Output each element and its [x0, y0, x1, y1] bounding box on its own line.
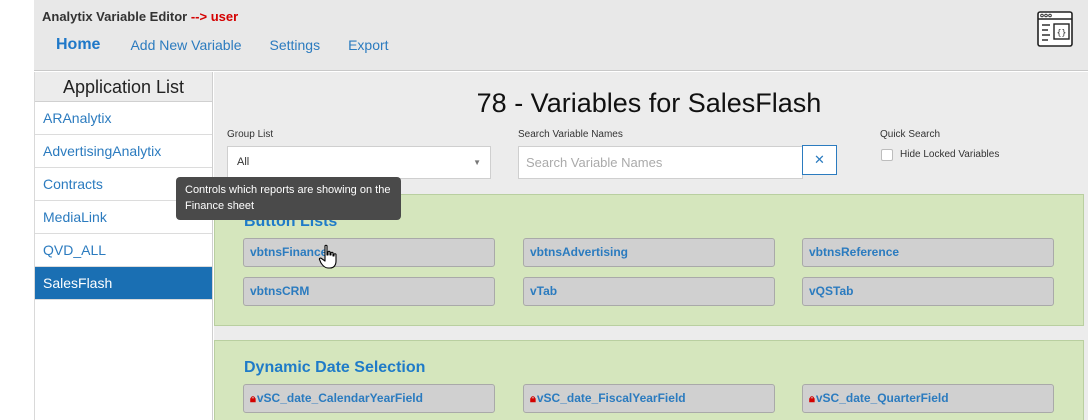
group-title: Dynamic Date Selection	[244, 359, 426, 376]
sidebar-title: Application List	[35, 72, 212, 102]
group-list-label: Group List	[227, 129, 274, 140]
variable-tooltip: Controls which reports are showing on th…	[176, 177, 401, 220]
lock-icon: 🔒︎	[530, 393, 536, 405]
variable-name: vbtnsAdvertising	[530, 245, 629, 259]
variable-button[interactable]: vbtnsAdvertising	[523, 238, 775, 267]
application-list: Application List ARAnalytix AdvertisingA…	[34, 72, 213, 420]
app-title: Analytix Variable Editor --> user	[42, 9, 238, 24]
app-item-qvd-all[interactable]: QVD_ALL	[35, 234, 212, 267]
lock-icon: 🔒︎	[809, 393, 815, 405]
hand-cursor-icon	[318, 244, 337, 269]
nav-add-new-variable[interactable]: Add New Variable	[130, 37, 241, 53]
app-window: Analytix Variable Editor --> user Home A…	[0, 0, 1088, 420]
variable-button[interactable]: 🔒︎vSC_date_FiscalYearField	[523, 384, 775, 413]
close-icon: ✕	[814, 152, 825, 167]
variable-button[interactable]: vbtnsReference	[802, 238, 1054, 267]
hide-locked-label: Hide Locked Variables	[900, 149, 1000, 160]
variable-name: vbtnsReference	[809, 245, 900, 259]
variable-button[interactable]: vbtnsFinance	[243, 238, 495, 267]
current-user: user	[210, 9, 239, 24]
variable-button[interactable]: 🔒︎vSC_date_QuarterField	[802, 384, 1054, 413]
group-list-value: All	[237, 156, 250, 168]
variable-group-dynamic-date-selection: Dynamic Date Selection 🔒︎vSC_date_Calend…	[214, 340, 1084, 420]
variable-name: vbtnsCRM	[250, 284, 310, 298]
nav-export[interactable]: Export	[348, 37, 388, 53]
app-item-salesflash[interactable]: SalesFlash	[35, 267, 212, 300]
variable-name: vSC_date_FiscalYearField	[536, 391, 686, 405]
variable-button[interactable]: vQSTab	[802, 277, 1054, 306]
main-panel: 78 - Variables for SalesFlash Group List…	[214, 72, 1088, 420]
search-label: Search Variable Names	[518, 129, 623, 140]
code-window-icon: {}	[1037, 11, 1073, 47]
hide-locked-checkbox[interactable]	[881, 149, 893, 161]
nav-settings[interactable]: Settings	[269, 37, 320, 53]
quick-search-label: Quick Search	[880, 129, 941, 140]
svg-text:{}: {}	[1057, 28, 1067, 37]
page-title: 78 - Variables for SalesFlash	[476, 88, 822, 118]
nav-home[interactable]: Home	[56, 36, 100, 54]
variable-button[interactable]: 🔒︎vSC_date_CalendarYearField	[243, 384, 495, 413]
app-name: Analytix Variable Editor	[42, 9, 188, 24]
variable-name: vSC_date_CalendarYearField	[256, 391, 423, 405]
search-input[interactable]	[518, 146, 803, 179]
lock-icon: 🔒︎	[250, 393, 256, 405]
variable-button[interactable]: vTab	[523, 277, 775, 306]
variable-name: vbtnsFinance	[250, 245, 328, 259]
group-list-select[interactable]: All ▼	[227, 146, 491, 179]
top-nav: Home Add New Variable Settings Export	[56, 36, 417, 54]
chevron-down-icon: ▼	[473, 158, 481, 167]
header-bar: Analytix Variable Editor --> user Home A…	[34, 0, 1088, 71]
variable-button[interactable]: vbtnsCRM	[243, 277, 495, 306]
variable-name: vTab	[530, 284, 558, 298]
title-arrow: -->	[190, 9, 208, 24]
clear-search-button[interactable]: ✕	[802, 145, 837, 175]
variable-name: vSC_date_QuarterField	[815, 391, 949, 405]
app-item-aranalytix[interactable]: ARAnalytix	[35, 102, 212, 135]
app-item-advertisinganalytix[interactable]: AdvertisingAnalytix	[35, 135, 212, 168]
variable-name: vQSTab	[809, 284, 854, 298]
